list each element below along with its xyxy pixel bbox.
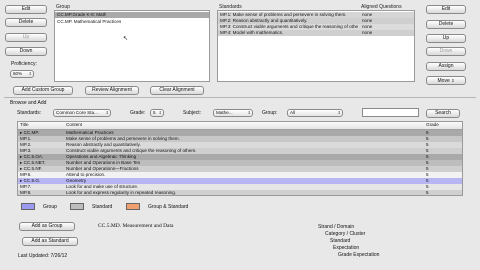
legend-label-group: Group: [43, 204, 57, 210]
list-item[interactable]: CC.MP.Grade K-8: Math: [55, 12, 209, 18]
group-label: CC.MP.Grade K-8: Math: [57, 12, 107, 17]
move-standard-down-button[interactable]: Down: [426, 47, 466, 56]
hierarchy-category-cluster: Category / Cluster: [325, 231, 366, 237]
stepper-icon: ⇕: [337, 110, 341, 115]
add-custom-group-button[interactable]: Add Custom Group: [13, 86, 73, 95]
group-label: CC.MP. Mathematical Practices: [57, 19, 122, 24]
subject-filter-value: Mathe...: [216, 110, 233, 115]
review-alignment-button[interactable]: Review Alignment: [85, 86, 139, 95]
row-grade: 5: [426, 190, 429, 195]
grade-filter-value: 5: [153, 110, 156, 115]
group-filter-label: Group:: [262, 110, 278, 116]
move-group-down-button[interactable]: Down: [5, 47, 47, 56]
edit-standard-button[interactable]: Edit: [426, 5, 466, 14]
list-item[interactable]: CC.MP. Mathematical Practices: [55, 19, 209, 25]
stepper-icon: ⇕: [247, 110, 251, 115]
table-rows: ▸ CC.MP. Mathematical Practices 5 MP.1. Make…: [18, 130, 462, 195]
last-updated: Last Updated: 7/26/12: [18, 253, 68, 259]
clear-alignment-button[interactable]: Clear Alignment: [150, 86, 204, 95]
subject-filter-label: Subject:: [183, 110, 202, 116]
search-button[interactable]: Search: [426, 109, 460, 118]
standard-text: MP.4: Model with mathematics.: [220, 30, 284, 35]
grade-column-header: Grade: [426, 122, 439, 127]
hierarchy-grade-expectation: Grade Expectation: [338, 252, 380, 258]
move-standard-up-button[interactable]: Up: [426, 34, 466, 43]
legend-swatch-group-standard: [126, 203, 140, 210]
stepper-icon: ⇕: [105, 110, 109, 115]
stepper-icon: ⇕: [451, 78, 455, 83]
delete-standard-button[interactable]: Delete: [426, 20, 466, 29]
move-label: Move: [437, 78, 450, 84]
assign-button[interactable]: Assign: [426, 62, 466, 71]
standards-filter-select[interactable]: Common Core Sta... ⇕: [53, 109, 111, 117]
proficiency-value: 60%: [13, 71, 23, 76]
delete-group-button[interactable]: Delete: [5, 18, 47, 27]
add-as-group-button[interactable]: Add as Group: [19, 222, 75, 231]
mouse-cursor-icon: ↖: [123, 36, 129, 42]
subject-filter-select[interactable]: Mathe... ⇕: [213, 109, 253, 117]
grade-filter-label: Grade:: [130, 110, 146, 116]
standards-filter-label: Standards:: [17, 110, 42, 116]
row-content: Look for and express regularity in repea…: [66, 190, 177, 195]
title-column-header: Title: [20, 122, 29, 127]
standards-list[interactable]: MP.1: Make sense of problems and perseve…: [217, 10, 415, 82]
legend-swatch-standard: [70, 203, 84, 210]
hierarchy-strand-domain: Strand / Domain: [318, 224, 355, 230]
group-filter-select[interactable]: All ⇕: [287, 109, 343, 117]
grade-filter-select[interactable]: 5 ⇕: [150, 109, 164, 117]
table-row[interactable]: MP.4: Model with mathematics. none: [218, 30, 414, 36]
browse-section-label: Browse and Add: [10, 100, 47, 106]
legend-swatch-group: [21, 203, 35, 210]
move-select-button[interactable]: Move ⇕: [426, 76, 466, 85]
group-list[interactable]: CC.MP.Grade K-8: Math CC.MP. Mathematica…: [54, 10, 210, 82]
hierarchy-standard: Standard: [330, 238, 351, 244]
stepper-icon: ⇕: [28, 71, 32, 76]
group-filter-value: All: [290, 110, 296, 115]
proficiency-label: Proficiency:: [11, 61, 37, 67]
browse-table[interactable]: Title Content Grade ▸ CC.MP. Mathematical…: [17, 121, 463, 196]
move-group-up-button[interactable]: Up: [5, 33, 47, 42]
search-input[interactable]: [362, 108, 419, 117]
legend-label-standard: Standard: [92, 204, 113, 210]
hierarchy-expectation: Expectation: [333, 245, 360, 251]
row-title: MP.8.: [20, 190, 32, 195]
stepper-icon: ⇕: [158, 110, 162, 115]
proficiency-select[interactable]: 60% ⇕: [10, 70, 34, 78]
selected-item-path: CC.5.MD. Measurement and Data: [98, 223, 174, 229]
table-header: Title Content Grade: [18, 122, 462, 130]
standards-filter-value: Common Core Sta...: [56, 110, 98, 115]
legend-label-group-standard: Group & Standard: [148, 204, 189, 210]
content-column-header: Content: [66, 122, 83, 127]
divider: [4, 97, 476, 98]
add-as-standard-button[interactable]: Add as Standard: [22, 237, 78, 246]
aligned-count: none: [362, 30, 373, 35]
table-row[interactable]: MP.8. Look for and express regularity in …: [18, 190, 462, 195]
edit-group-button[interactable]: Edit: [5, 5, 47, 14]
